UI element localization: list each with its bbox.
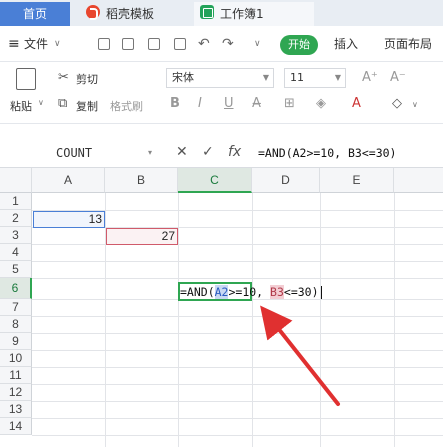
column-header-e[interactable]: E bbox=[320, 168, 394, 193]
column-header-d[interactable]: D bbox=[252, 168, 320, 193]
copy-icon: ⧉ bbox=[58, 96, 68, 111]
row-header-2[interactable]: 2 bbox=[0, 210, 32, 227]
text-caret bbox=[320, 286, 322, 299]
print-preview-icon[interactable] bbox=[148, 38, 160, 50]
row-header-11[interactable]: 11 bbox=[0, 367, 32, 384]
tab-templates[interactable]: 稻壳模板 bbox=[72, 2, 192, 26]
grid-line bbox=[32, 350, 443, 351]
column-header-f[interactable] bbox=[394, 168, 443, 193]
row-header-1[interactable]: 1 bbox=[0, 193, 32, 210]
italic-button[interactable]: I bbox=[198, 96, 202, 111]
font-size-select[interactable]: 11 ▼ bbox=[284, 68, 346, 88]
name-box-dropdown-icon[interactable]: ▾ bbox=[148, 148, 152, 157]
confirm-formula-icon[interactable]: ✓ bbox=[202, 144, 214, 160]
quick-access-chevron-icon[interactable]: ∨ bbox=[254, 26, 261, 62]
row-header-6[interactable]: 6 bbox=[0, 278, 32, 299]
formula-ref-a2: A2 bbox=[214, 285, 229, 299]
formula-ref-b3: B3 bbox=[270, 285, 284, 299]
grid-line bbox=[32, 401, 443, 402]
formula-condition-2: <=30) bbox=[283, 285, 319, 299]
grid-line bbox=[32, 384, 443, 385]
select-all-corner[interactable] bbox=[0, 168, 32, 193]
row-header-7[interactable]: 7 bbox=[0, 299, 32, 316]
row-header-12[interactable]: 12 bbox=[0, 384, 32, 401]
row-header-3[interactable]: 3 bbox=[0, 227, 32, 244]
undo-icon[interactable]: ↶ bbox=[198, 26, 210, 62]
insert-function-icon[interactable]: fx bbox=[228, 144, 241, 160]
row-header-14[interactable]: 14 bbox=[0, 418, 32, 435]
cell-c6-editor[interactable]: =AND(A2>=10, B3<=30) bbox=[180, 285, 322, 299]
grid-line bbox=[32, 278, 443, 279]
name-box[interactable]: COUNT bbox=[6, 143, 156, 163]
paste-label[interactable]: 粘贴 bbox=[10, 98, 32, 114]
save-icon[interactable] bbox=[98, 38, 110, 50]
grid-line bbox=[32, 244, 443, 245]
clear-chevron-icon[interactable]: ∨ bbox=[412, 100, 418, 109]
tab-home[interactable]: 首页 bbox=[0, 2, 70, 26]
grid-line bbox=[32, 435, 443, 436]
bold-button[interactable]: B bbox=[170, 96, 180, 111]
fill-color-icon[interactable]: ◈ bbox=[316, 96, 326, 111]
clear-format-icon[interactable]: ◇ bbox=[392, 96, 402, 111]
cell-b3[interactable]: 27 bbox=[109, 229, 175, 243]
border-icon[interactable]: ⊞ bbox=[284, 96, 295, 111]
row-header-13[interactable]: 13 bbox=[0, 401, 32, 418]
column-header-c[interactable]: C bbox=[178, 168, 252, 193]
copy-button[interactable]: 复制 bbox=[76, 98, 98, 114]
row-header-9[interactable]: 9 bbox=[0, 333, 32, 350]
spreadsheet-icon bbox=[200, 5, 214, 19]
strikethrough-icon[interactable]: A̶ bbox=[252, 96, 261, 111]
ribbon: 粘贴 ∨ ✂ 剪切 ⧉ 复制 格式刷 宋体 ▼ 11 ▼ A⁺ A⁻ B I U… bbox=[0, 62, 443, 124]
font-shrink-button[interactable]: A⁻ bbox=[390, 70, 406, 85]
tab-bar: 首页 稻壳模板 工作簿1 bbox=[0, 0, 443, 26]
grid-line bbox=[32, 418, 443, 419]
formula-condition-1: >=10, bbox=[228, 285, 271, 299]
column-header-a[interactable]: A bbox=[32, 168, 105, 193]
chevron-down-icon[interactable]: ∨ bbox=[54, 26, 61, 62]
grid-line bbox=[32, 316, 443, 317]
print-icon[interactable] bbox=[122, 38, 134, 50]
menu-insert[interactable]: 插入 bbox=[334, 26, 358, 62]
formula-bar: COUNT ▾ ✕ ✓ fx =AND(A2>=10, B3<=30) bbox=[0, 138, 443, 168]
redo-icon[interactable]: ↷ bbox=[222, 26, 234, 62]
cut-button[interactable]: 剪切 bbox=[76, 71, 98, 87]
column-header-b[interactable]: B bbox=[105, 168, 178, 193]
spreadsheet-grid[interactable]: A B C D E 1 2 3 4 5 6 7 8 9 10 11 12 13 … bbox=[0, 168, 443, 447]
font-dropdown-icon[interactable]: ▼ bbox=[263, 69, 269, 87]
row-header-10[interactable]: 10 bbox=[0, 350, 32, 367]
cell-a2[interactable]: 13 bbox=[36, 212, 102, 226]
scissors-icon: ✂ bbox=[58, 70, 69, 85]
row-header-5[interactable]: 5 bbox=[0, 261, 32, 278]
formula-prefix: =AND( bbox=[180, 285, 215, 299]
font-name-select[interactable]: 宋体 ▼ bbox=[166, 68, 274, 88]
menu-file[interactable]: 文件 bbox=[24, 26, 48, 62]
grid-line bbox=[394, 193, 395, 447]
underline-button[interactable]: U bbox=[224, 96, 234, 111]
grid-line bbox=[252, 193, 253, 447]
menu-start[interactable]: 开始 bbox=[280, 35, 318, 55]
export-pdf-icon[interactable] bbox=[174, 38, 186, 50]
menu-page-layout[interactable]: 页面布局 bbox=[384, 26, 432, 62]
grid-line bbox=[32, 261, 443, 262]
font-color-icon[interactable]: A bbox=[352, 96, 361, 111]
grid-line bbox=[32, 367, 443, 368]
grid-line bbox=[178, 193, 179, 447]
paste-chevron-icon[interactable]: ∨ bbox=[38, 98, 44, 107]
font-size-value: 11 bbox=[290, 71, 304, 84]
font-name-value: 宋体 bbox=[172, 71, 194, 84]
tab-workbook-label: 工作簿1 bbox=[220, 7, 264, 21]
row-header-8[interactable]: 8 bbox=[0, 316, 32, 333]
formula-input[interactable]: =AND(A2>=10, B3<=30) bbox=[258, 143, 438, 163]
format-painter-button[interactable]: 格式刷 bbox=[110, 98, 143, 114]
size-dropdown-icon[interactable]: ▼ bbox=[335, 69, 341, 87]
hamburger-menu-icon[interactable]: ≡ bbox=[8, 26, 20, 62]
menu-bar: ≡ 文件 ∨ ↶ ↷ ∨ 开始 插入 页面布局 bbox=[0, 26, 443, 62]
font-grow-button[interactable]: A⁺ bbox=[362, 70, 378, 85]
cancel-formula-icon[interactable]: ✕ bbox=[176, 144, 188, 160]
grid-line bbox=[320, 193, 321, 447]
paste-icon[interactable] bbox=[16, 68, 36, 90]
grid-line bbox=[32, 333, 443, 334]
row-header-4[interactable]: 4 bbox=[0, 244, 32, 261]
